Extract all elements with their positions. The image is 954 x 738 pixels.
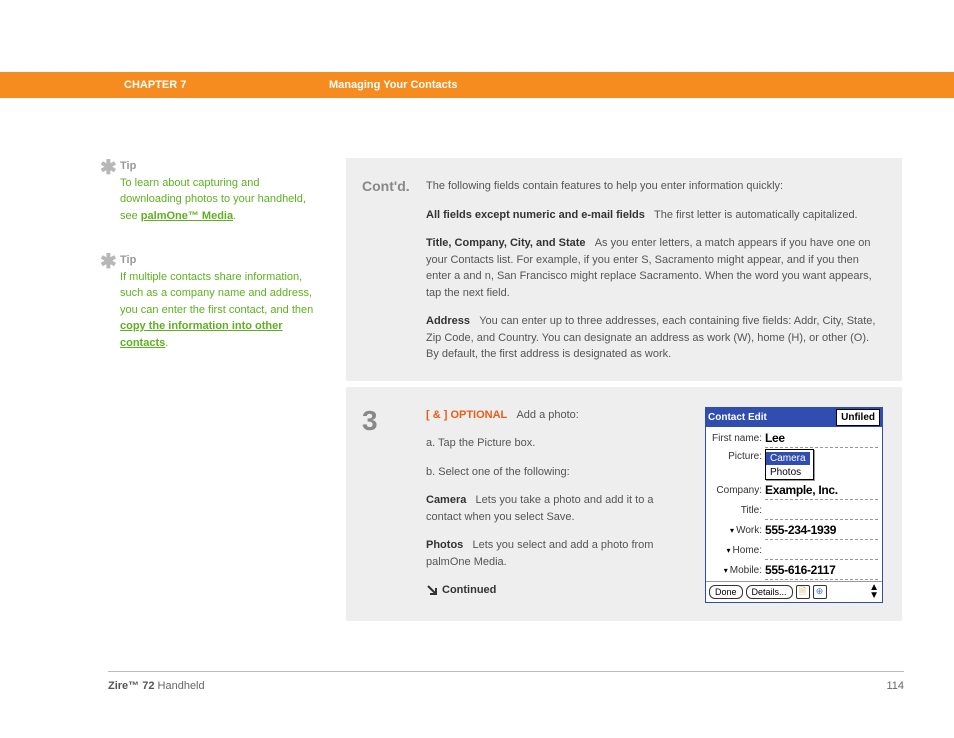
field-group-3-lead: Address (426, 315, 470, 327)
main-content: Cont'd. The following fields contain fea… (346, 158, 902, 627)
widget-company: Example, Inc. (765, 481, 878, 500)
chapter-header: CHAPTER 7 Managing Your Contacts (0, 72, 954, 98)
widget-title: Contact Edit (708, 410, 767, 425)
lock-icon: ⊕ (813, 585, 827, 599)
note-icon: 🗎 (796, 585, 810, 599)
step-number: 3 (362, 407, 426, 435)
tip-label: Tip (120, 160, 136, 172)
tips-sidebar: ✱ Tip To learn about capturing and downl… (100, 158, 324, 379)
step-continued: Cont'd. The following fields contain fea… (346, 158, 902, 381)
footer-product: Zire™ 72 (108, 680, 154, 692)
tip-text: If multiple contacts share information, … (120, 271, 313, 316)
widget-details-button: Details... (746, 585, 793, 599)
asterisk-icon: ✱ (100, 252, 120, 351)
page-footer: Zire™ 72 Handheld 114 (108, 671, 904, 692)
field-group-2-lead: Title, Company, City, and State (426, 237, 586, 249)
contact-edit-screenshot: Contact Edit Unfiled First name:Lee Pict… (705, 407, 883, 604)
field-group-3-text: You can enter up to three addresses, eac… (426, 315, 875, 360)
arrow-down-right-icon (426, 584, 438, 596)
sort-icon: ▲▼ (869, 584, 879, 600)
field-group-1-lead: All fields except numeric and e-mail fie… (426, 209, 645, 221)
tip-block: ✱ Tip If multiple contacts share informa… (100, 252, 324, 351)
page-number: 114 (886, 680, 904, 692)
photos-lead: Photos (426, 539, 463, 551)
tip-link-media[interactable]: palmOne™ Media (141, 210, 233, 222)
tip-label: Tip (120, 254, 136, 266)
continued-marker: Continued (426, 582, 691, 599)
widget-work: 555-234-1939 (765, 521, 878, 540)
field-group-1-text: The first letter is automatically capita… (654, 209, 858, 221)
chapter-number: CHAPTER 7 (124, 79, 329, 91)
contd-intro: The following fields contain features to… (426, 178, 883, 195)
widget-category: Unfiled (836, 409, 880, 426)
widget-picture-menu: Camera Photos (765, 449, 814, 481)
widget-firstname: Lee (765, 429, 878, 448)
asterisk-icon: ✱ (100, 158, 120, 224)
step-b: b. Select one of the following: (426, 464, 691, 481)
continued-label: Cont'd. (362, 178, 426, 194)
step-a: a. Tap the Picture box. (426, 435, 691, 452)
widget-mobile: 555-616-2117 (765, 561, 878, 580)
widget-done-button: Done (709, 585, 743, 599)
tip-link-copy[interactable]: copy the information into other contacts (120, 320, 283, 349)
tip-block: ✱ Tip To learn about capturing and downl… (100, 158, 324, 224)
chapter-title: Managing Your Contacts (329, 79, 458, 91)
optional-tag: [ & ] OPTIONAL (426, 409, 507, 421)
step-3: 3 [ & ] OPTIONAL Add a photo: a. Tap the… (346, 387, 902, 622)
camera-lead: Camera (426, 494, 466, 506)
